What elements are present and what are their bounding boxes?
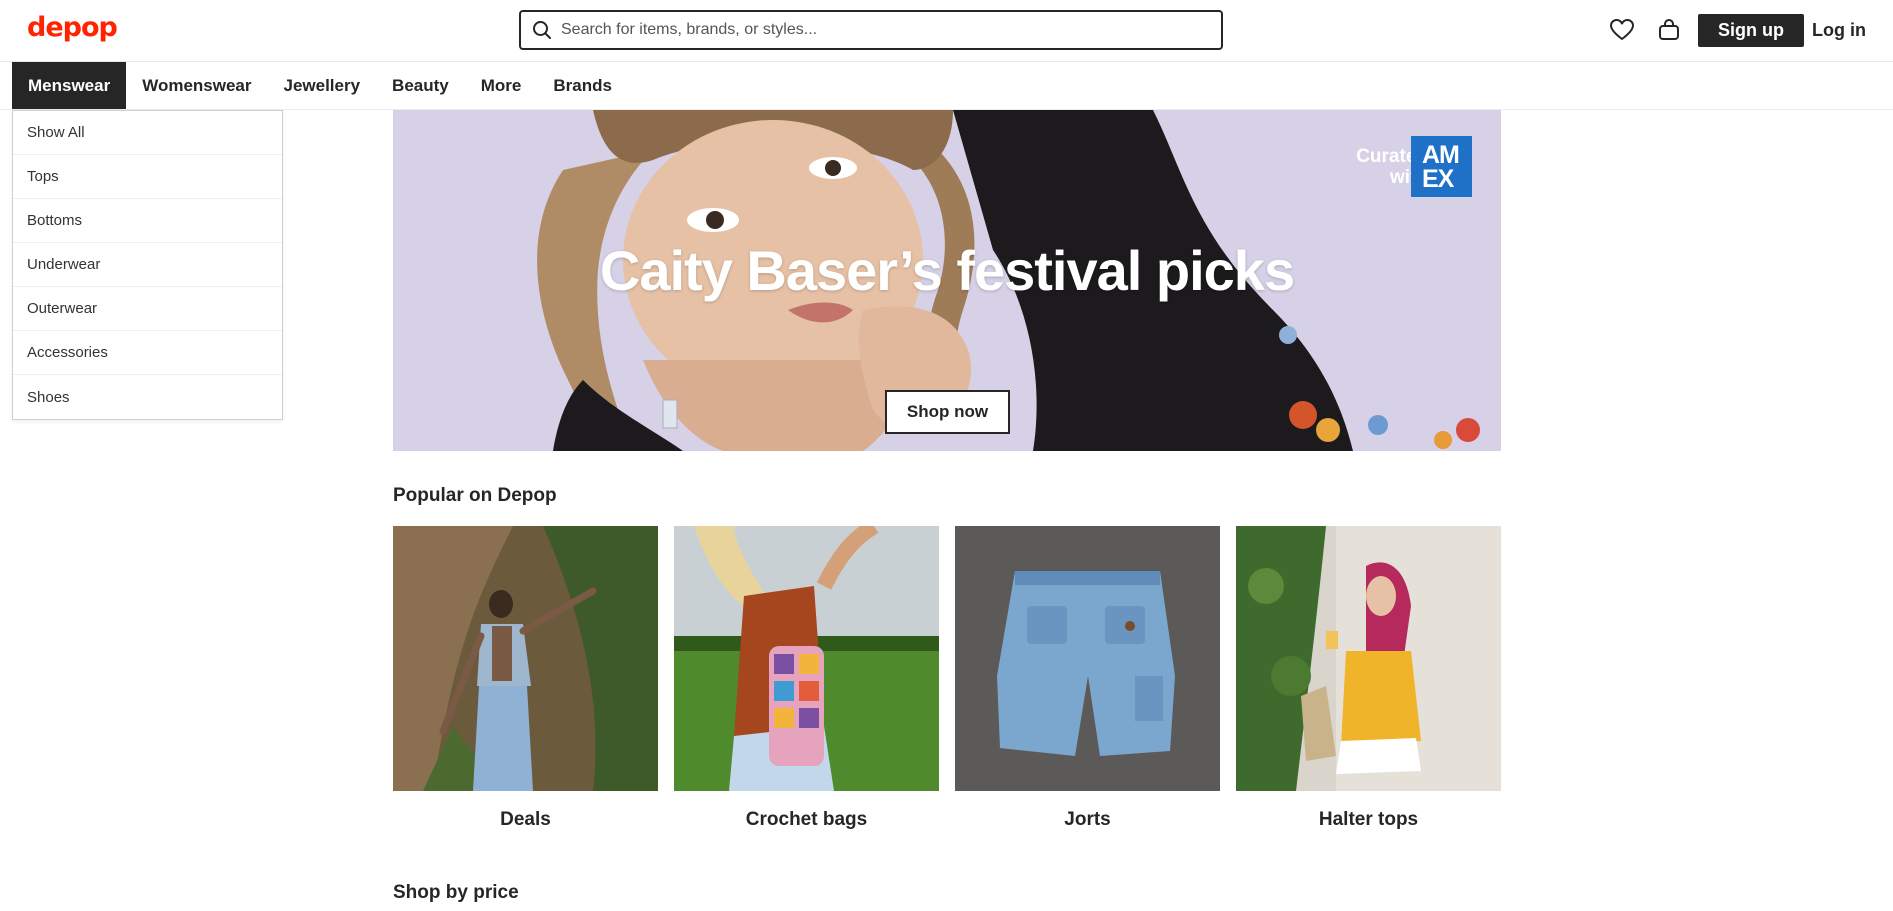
category-nav: Menswear Womenswear Jewellery Beauty Mor… [0, 62, 1893, 110]
popular-section-title: Popular on Depop [393, 485, 557, 506]
popular-tiles: Deals Crochet bags Jorts Halter tops [393, 526, 1501, 836]
curated-with-text: Curated with [1288, 146, 1428, 188]
tile-image-crochet-bags [674, 526, 939, 791]
hero-banner[interactable]: Curated with AM EX Caity Baser’s festiva… [393, 110, 1501, 451]
tile-jorts[interactable]: Jorts [955, 526, 1220, 831]
nav-item-brands[interactable]: Brands [537, 62, 628, 109]
shop-by-price-title: Shop by price [393, 882, 519, 903]
tile-label-jorts: Jorts [1064, 809, 1111, 830]
tile-halter-tops[interactable]: Halter tops [1236, 526, 1501, 831]
amex-logo: AM EX [1411, 136, 1472, 197]
nav-item-beauty[interactable]: Beauty [376, 62, 465, 109]
tile-label-halter-tops: Halter tops [1318, 809, 1419, 830]
dropdown-item-outerwear[interactable]: Outerwear [13, 287, 282, 331]
tile-crochet-bags[interactable]: Crochet bags [674, 526, 939, 831]
login-link[interactable]: Log in [1812, 20, 1866, 41]
nav-item-menswear[interactable]: Menswear [12, 62, 127, 109]
curated-line-2: with [1390, 167, 1428, 188]
nav-item-womenswear[interactable]: Womenswear [126, 62, 267, 109]
tile-image-jorts [955, 526, 1220, 791]
amex-logo-line-2: EX [1422, 165, 1454, 193]
site-header: depop Sign up Log in [0, 0, 1893, 62]
shop-now-button[interactable]: Shop now [885, 390, 1010, 434]
tile-label-deals: Deals [500, 809, 551, 830]
tile-label-crochet-bags: Crochet bags [745, 809, 868, 830]
nav-item-more[interactable]: More [465, 62, 538, 109]
dropdown-item-bottoms[interactable]: Bottoms [13, 199, 282, 243]
nav-item-jewellery[interactable]: Jewellery [267, 62, 376, 109]
bag-icon[interactable] [1655, 16, 1683, 44]
dropdown-item-show-all[interactable]: Show All [13, 111, 282, 155]
search-icon [531, 19, 553, 41]
heart-icon[interactable] [1608, 16, 1636, 44]
dropdown-item-accessories[interactable]: Accessories [13, 331, 282, 375]
curated-line-1: Curated [1356, 146, 1428, 167]
dropdown-item-underwear[interactable]: Underwear [13, 243, 282, 287]
search-input[interactable] [561, 21, 1201, 39]
depop-logo[interactable]: depop [27, 12, 118, 43]
signup-button[interactable]: Sign up [1698, 14, 1804, 47]
tile-deals[interactable]: Deals [393, 526, 658, 831]
menswear-dropdown: Show All Tops Bottoms Underwear Outerwea… [12, 110, 283, 420]
tile-image-halter-tops [1236, 526, 1501, 791]
search-bar[interactable] [519, 10, 1223, 50]
hero-title: Caity Baser’s festival picks [599, 239, 1295, 302]
tile-image-deals [393, 526, 658, 791]
dropdown-item-tops[interactable]: Tops [13, 155, 282, 199]
dropdown-item-shoes[interactable]: Shoes [13, 375, 282, 419]
amex-logo-line-1: AM [1422, 141, 1460, 169]
